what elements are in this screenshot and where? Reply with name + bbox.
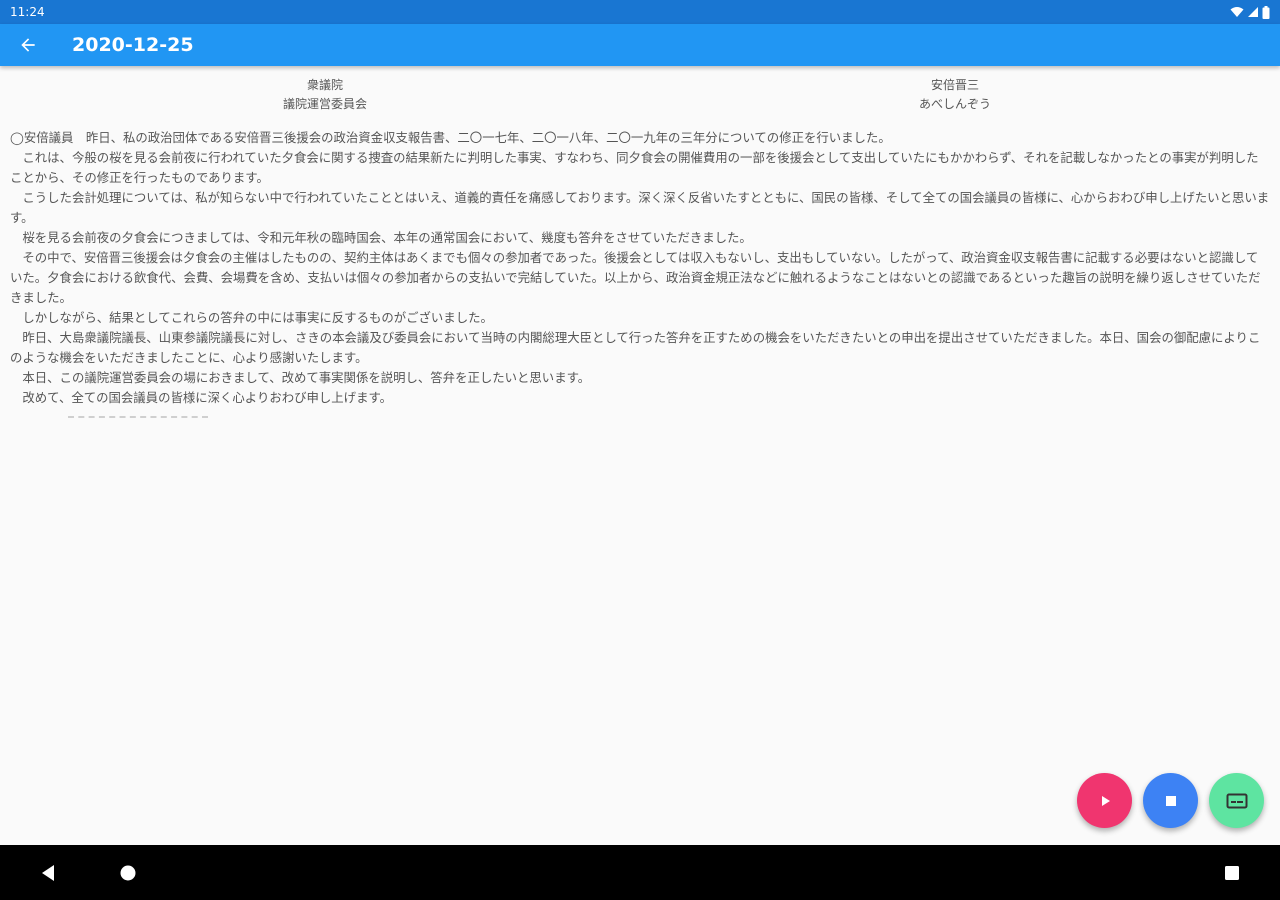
app-bar: 2020-12-25 — [0, 24, 1280, 66]
play-button[interactable] — [1077, 773, 1132, 828]
play-icon — [1101, 795, 1110, 806]
nav-home-button[interactable] — [98, 845, 158, 900]
transcript-header: 衆議院 議院運営委員会 安倍晋三 あべしんぞう — [10, 76, 1270, 124]
stop-button[interactable] — [1143, 773, 1198, 828]
status-bar: 11:24 — [0, 0, 1280, 24]
battery-icon — [1262, 5, 1270, 19]
back-button[interactable] — [0, 24, 56, 66]
speaker-name: 安倍晋三 — [930, 78, 979, 92]
subtitles-button[interactable] — [1209, 773, 1264, 828]
arrow-back-icon — [21, 38, 35, 52]
stop-icon — [1165, 795, 1176, 806]
speech-text: ◯安倍議員 昨日、私の政治団体である安倍晋三後援会の政治資金収支報告書、二〇一七… — [10, 128, 1270, 408]
speaker-info: 安倍晋三 あべしんぞう — [640, 76, 1270, 124]
status-icons — [1230, 5, 1270, 19]
wifi-icon — [1230, 7, 1244, 17]
signal-icon — [1248, 7, 1258, 17]
nav-home-icon — [120, 865, 136, 880]
navigation-bar — [0, 845, 1280, 900]
speech-paragraph: 本日、この議院運営委員会の場におきまして、改めて事実関係を説明し、答弁を正したい… — [22, 370, 591, 385]
meeting-info: 衆議院 議院運営委員会 — [10, 76, 640, 124]
page-title: 2020-12-25 — [72, 34, 194, 56]
house-name: 衆議院 — [306, 78, 343, 92]
nav-recents-icon — [1225, 865, 1239, 880]
speech-divider — [68, 416, 208, 418]
status-time: 11:24 — [10, 5, 45, 19]
transcript-content[interactable]: 衆議院 議院運営委員会 安倍晋三 あべしんぞう ◯安倍議員 昨日、私の政治団体で… — [0, 66, 1280, 844]
nav-back-icon — [42, 864, 54, 881]
speech-paragraph: 桜を見る会前夜の夕食会につきましては、令和元年秋の臨時国会、本年の通常国会におい… — [22, 230, 752, 245]
speech-paragraph: 昨日、大島衆議院議長、山東参議院議長に対し、さきの本会議及び委員会において当時の… — [10, 330, 1261, 365]
speech-paragraph: しかしながら、結果としてこれらの答弁の中には事実に反するものがございました。 — [22, 310, 493, 325]
nav-recents-button[interactable] — [1202, 845, 1262, 900]
speech-paragraph: 改めて、全ての国会議員の皆様に深く心よりおわび申し上げます。 — [22, 390, 393, 405]
speech-paragraph: ◯安倍議員 昨日、私の政治団体である安倍晋三後援会の政治資金収支報告書、二〇一七… — [10, 130, 891, 145]
speaker-reading: あべしんぞう — [918, 97, 991, 111]
committee-name: 議院運営委員会 — [282, 97, 367, 111]
speech-paragraph: これは、今般の桜を見る会前夜に行われていた夕食会に関する捜査の結果新たに判明した… — [10, 150, 1259, 185]
speech-paragraph: その中で、安倍晋三後援会は夕食会の主催はしたものの、契約主体はあくまでも個々の参… — [10, 250, 1261, 305]
subtitles-icon — [1226, 793, 1247, 808]
nav-back-button[interactable] — [18, 845, 78, 900]
speech-paragraph: こうした会計処理については、私が知らない中で行われていたこととはいえ、道義的責任… — [10, 190, 1270, 225]
